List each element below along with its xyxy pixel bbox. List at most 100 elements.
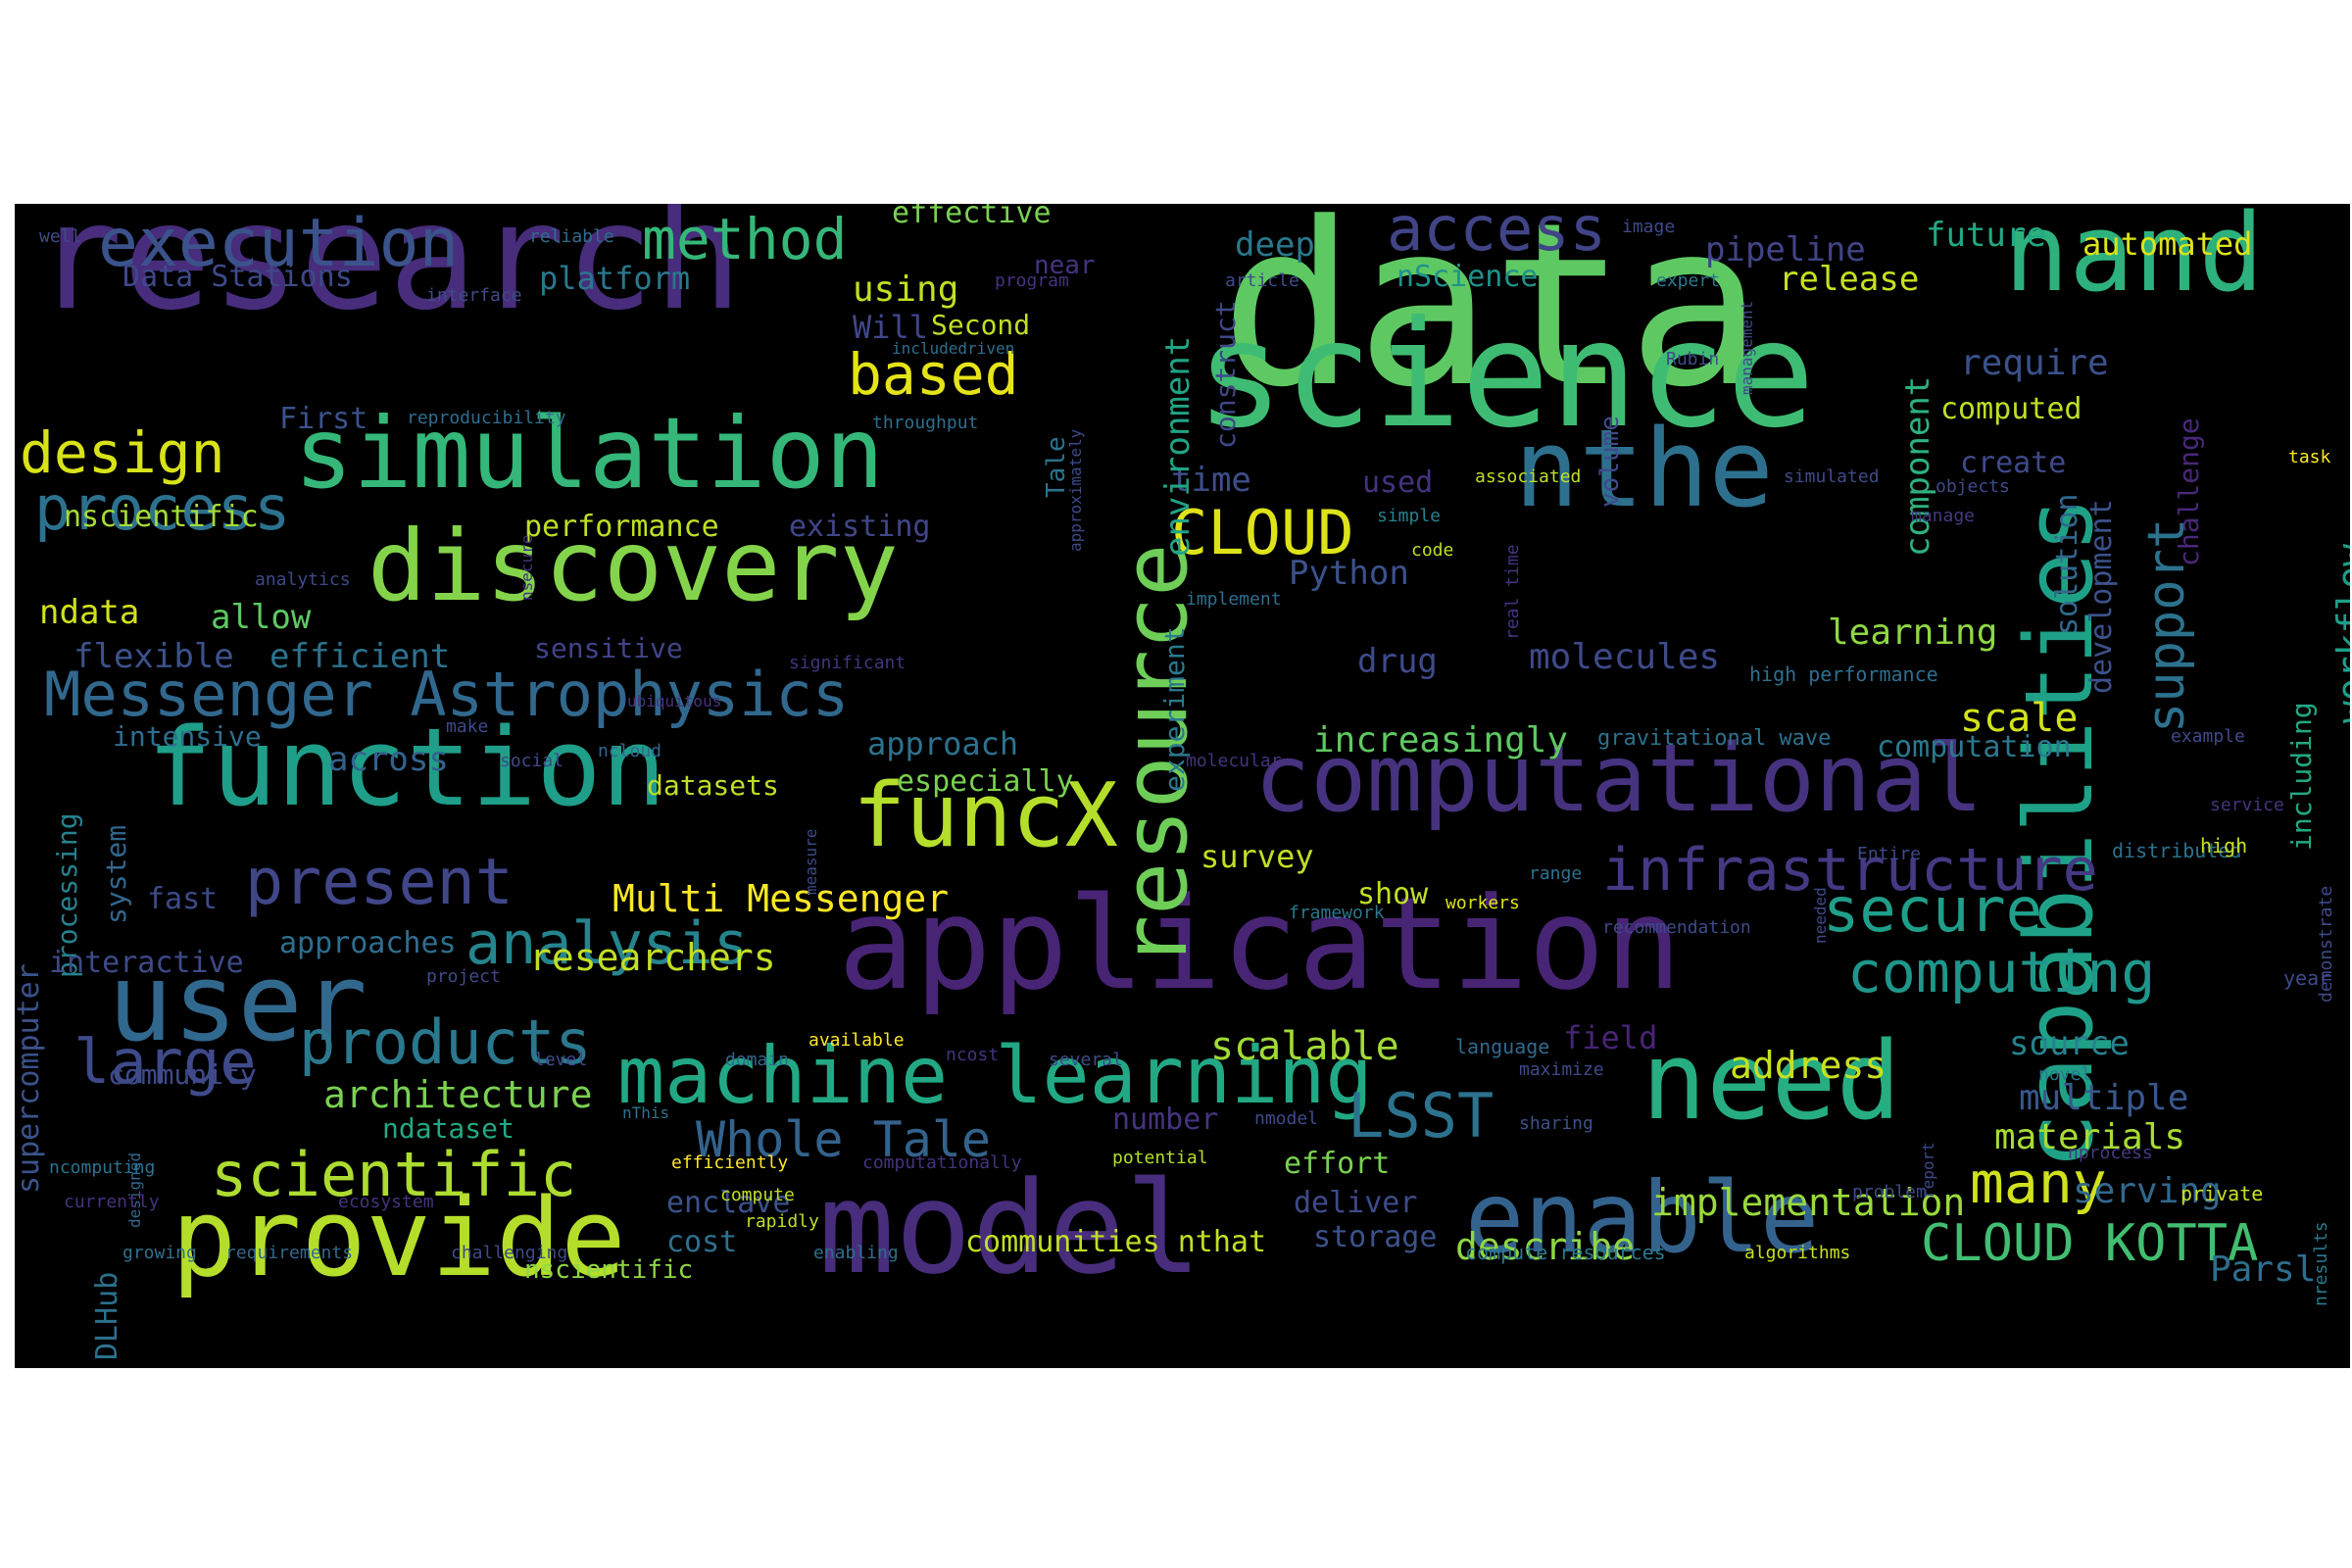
cloud-word: used	[1362, 466, 1434, 500]
cloud-word: throughput	[872, 413, 979, 433]
cloud-word: intensive	[113, 720, 262, 753]
cloud-word: release	[1779, 260, 1920, 299]
cloud-word: analytics	[255, 569, 351, 590]
cloud-word: sensitive	[534, 632, 683, 664]
cloud-word: example	[2171, 726, 2245, 747]
cloud-word: code	[1411, 540, 1454, 561]
cloud-word: includedriven	[892, 339, 1015, 358]
cloud-word: range	[1529, 863, 1583, 884]
cloud-word: implement	[1186, 589, 1282, 610]
page: data science research application model funct…	[0, 0, 2352, 1568]
cloud-word: compute	[720, 1185, 795, 1205]
cloud-word: make	[446, 716, 489, 737]
cloud-word: real time	[1502, 544, 1523, 640]
cloud-word: First	[279, 402, 368, 436]
cloud-word: DLHub	[90, 1271, 124, 1360]
cloud-word: source	[2009, 1024, 2130, 1063]
cloud-word: nscientific	[64, 500, 259, 534]
cloud-word: associated	[1475, 466, 1582, 487]
cloud-word: requirements	[225, 1243, 354, 1263]
cloud-word: recommendation	[1602, 917, 1751, 938]
cloud-word: private	[2180, 1182, 2264, 1205]
cloud-word: computing	[1847, 939, 2156, 1005]
cloud-word: expert	[1656, 270, 1721, 291]
cloud-word: article	[1225, 270, 1299, 291]
cloud-word: CLOUD KOTTA	[1921, 1214, 2259, 1273]
cloud-word: learning	[1828, 612, 1998, 653]
cloud-word: molecular	[1186, 751, 1282, 771]
cloud-word: Second	[931, 309, 1031, 341]
cloud-word: communities nthat	[965, 1225, 1267, 1259]
cloud-word: drug	[1357, 642, 1438, 681]
cloud-word: significant	[789, 653, 906, 673]
cloud-word: ndataset	[382, 1112, 514, 1145]
cloud-word: challenge	[2173, 417, 2205, 566]
cloud-word: secure	[1823, 874, 2042, 946]
cloud-word: deliver	[1294, 1186, 1418, 1220]
cloud-word: volume	[1595, 416, 1625, 508]
cloud-word: effort	[1284, 1147, 1391, 1181]
cloud-word: Python	[1289, 554, 1409, 593]
cloud-word: flexible	[74, 637, 234, 676]
cloud-word: efficiently	[671, 1152, 789, 1173]
cloud-word: enabling	[813, 1243, 899, 1263]
cloud-word: existing	[789, 510, 931, 544]
cloud-word: present	[245, 846, 514, 919]
cloud-word: currently	[64, 1192, 160, 1212]
cloud-word: well	[39, 226, 82, 247]
cloud-word: growing	[122, 1243, 197, 1263]
cloud-word: task	[2288, 447, 2331, 467]
cloud-word: interactive	[49, 946, 244, 980]
cloud-word: Parsl	[2210, 1250, 2317, 1290]
cloud-word: image	[1622, 217, 1676, 237]
cloud-word: including	[2285, 702, 2318, 851]
cloud-word: nprocess	[2068, 1143, 2153, 1163]
cloud-word: maximize	[1519, 1059, 1604, 1080]
cloud-word: deep	[1235, 225, 1315, 265]
cloud-word: fast	[147, 882, 219, 916]
cloud-word: report	[1919, 1142, 1937, 1199]
cloud-word: require	[1960, 343, 2109, 383]
cloud-word: access	[1387, 204, 1606, 265]
cloud-word: platform	[539, 260, 691, 297]
cloud-word: development	[2084, 499, 2119, 694]
cloud-word: several	[1049, 1050, 1123, 1070]
cloud-word: high	[2200, 834, 2248, 858]
cloud-word: language	[1455, 1035, 1550, 1058]
cloud-word: component	[1898, 375, 1937, 557]
cloud-word: LSST	[1348, 1080, 1494, 1152]
cloud-word: Entire	[1857, 844, 1922, 864]
cloud-word: system	[100, 824, 132, 924]
cloud-word: approach	[867, 725, 1019, 762]
cloud-word: level	[534, 1050, 588, 1070]
cloud-word: novel	[2038, 1064, 2092, 1085]
cloud-word: application	[838, 869, 1682, 1018]
cloud-word: rapidly	[745, 1211, 819, 1232]
cloud-word: reproducibility	[407, 408, 566, 428]
cloud-word: number	[1112, 1102, 1219, 1137]
cloud-word: domain	[725, 1050, 790, 1070]
cloud-word: management	[1738, 300, 1756, 395]
cloud-word: nThis	[622, 1103, 670, 1122]
cloud-word: nmodel	[1254, 1108, 1319, 1129]
cloud-word: community	[108, 1058, 257, 1091]
cloud-word: experiment	[1158, 626, 1191, 792]
cloud-word: ncomputing	[49, 1157, 156, 1178]
cloud-word: interface	[426, 285, 522, 306]
cloud-word: especially	[897, 764, 1074, 799]
cloud-word: design	[20, 419, 225, 486]
cloud-word: approaches	[279, 926, 457, 960]
cloud-word: increasingly	[1313, 720, 1569, 760]
cloud-word: solution	[2050, 493, 2084, 636]
cloud-word: address	[1730, 1044, 1887, 1087]
cloud-word: researchers	[529, 936, 776, 979]
cloud-word: ndata	[39, 593, 140, 632]
cloud-word: across	[328, 740, 449, 779]
cloud-word: allow	[211, 598, 312, 637]
cloud-word: computation	[1877, 730, 2072, 764]
cloud-word: Data Stations	[122, 260, 353, 294]
cloud-word: workflow	[2329, 543, 2350, 723]
cloud-word: ecosystem	[338, 1192, 434, 1212]
cloud-word: demonstrate	[2316, 885, 2336, 1003]
cloud-word: Rubin	[1666, 349, 1720, 369]
